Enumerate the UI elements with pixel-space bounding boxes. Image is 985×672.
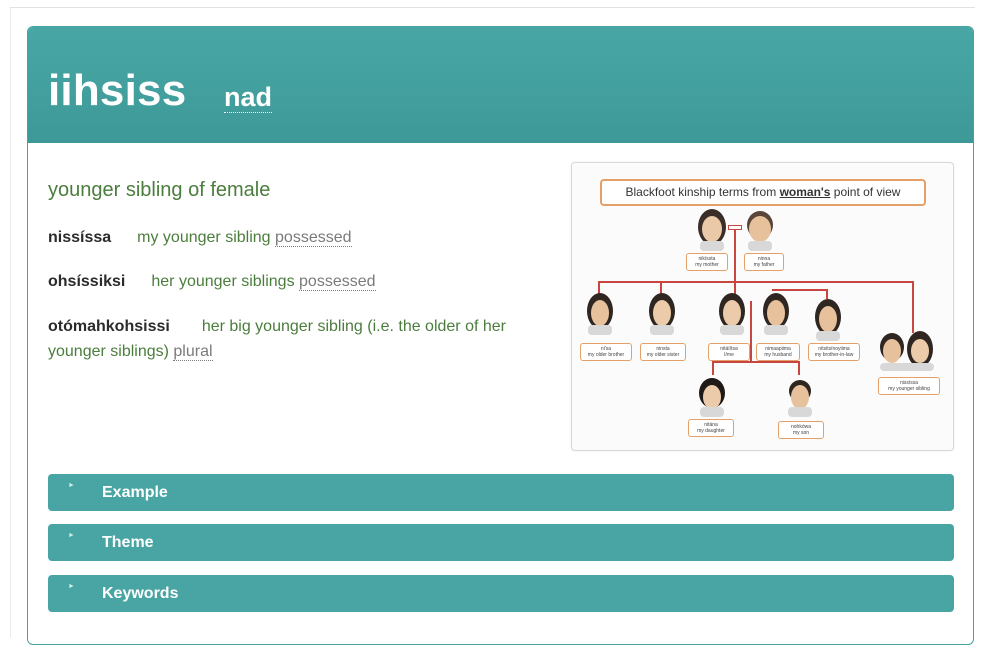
marriage-marker — [728, 225, 742, 230]
label-older-sister: ninsta my older sister — [640, 343, 686, 361]
person-icon — [880, 331, 934, 371]
form-tag[interactable]: possessed — [275, 229, 352, 247]
form-tag[interactable]: plural — [173, 343, 213, 361]
label-younger-sibling: nissíssa my younger sibling — [878, 377, 940, 395]
form-tag[interactable]: possessed — [299, 273, 376, 291]
form-row: otómahkohsissi her big younger sibling (i… — [48, 314, 568, 364]
caret-right-icon: ► — [68, 532, 75, 539]
label-self: nitáíítsa I/me — [708, 343, 750, 361]
form-gloss: my younger sibling — [137, 229, 271, 246]
person-icon — [815, 299, 841, 341]
kinship-diagram[interactable]: Blackfoot kinship terms from woman's poi… — [571, 162, 954, 451]
person-icon — [788, 380, 812, 417]
section-keywords[interactable]: ► Keywords — [48, 575, 954, 612]
entry-header: iihsiss nad — [28, 27, 973, 143]
section-example[interactable]: ► Example — [48, 474, 954, 511]
section-label: Theme — [102, 534, 154, 551]
diagram-line — [750, 301, 752, 363]
form-word: nissíssa — [48, 229, 112, 246]
diagram-line — [798, 361, 800, 375]
form-row: ohsíssiksi her younger siblings possessed — [48, 269, 568, 294]
diagram-line — [712, 361, 800, 363]
diagram-title-emphasis: woman's — [779, 185, 831, 199]
form-word: ohsíssiksi — [48, 273, 126, 290]
form-word: otómahkohsissi — [48, 318, 170, 335]
label-husband: nimaapiima my husband — [756, 343, 800, 361]
left-divider — [10, 8, 11, 638]
person-icon — [747, 211, 773, 251]
part-of-speech-abbr[interactable]: nad — [224, 84, 273, 113]
label-father: ninna my father — [744, 253, 784, 271]
caret-right-icon: ► — [68, 482, 75, 489]
form-row: nissíssa my younger sibling possessed — [48, 225, 568, 250]
caret-right-icon: ► — [68, 583, 75, 590]
person-icon — [698, 209, 726, 251]
diagram-title-prefix: Blackfoot kinship terms from — [625, 185, 780, 199]
top-divider — [10, 7, 975, 8]
person-icon — [763, 293, 789, 335]
section-label: Example — [102, 484, 168, 501]
section-label: Keywords — [102, 585, 179, 602]
person-icon — [719, 293, 745, 335]
diagram-title-suffix: point of view — [830, 185, 901, 199]
diagram-line — [598, 281, 914, 283]
label-son: nohkówa my son — [778, 421, 824, 439]
definition: younger sibling of female — [48, 179, 271, 201]
dictionary-entry-card: iihsiss nad younger sibling of female ni… — [27, 26, 974, 645]
label-older-brother: ni'sa my older brother — [580, 343, 632, 361]
diagram-line — [912, 281, 914, 333]
form-gloss: her younger siblings — [151, 273, 295, 290]
label-brother-in-law: nitsitsínoyiima my brother-in-law — [808, 343, 860, 361]
person-icon — [699, 378, 725, 417]
person-icon — [587, 293, 613, 335]
label-daughter: nitána my daughter — [688, 419, 734, 437]
person-icon — [649, 293, 675, 335]
diagram-title: Blackfoot kinship terms from woman's poi… — [600, 179, 926, 206]
headword: iihsiss — [48, 66, 187, 115]
diagram-line — [712, 361, 714, 375]
label-mother: nikíssta my mother — [686, 253, 728, 271]
section-theme[interactable]: ► Theme — [48, 524, 954, 561]
